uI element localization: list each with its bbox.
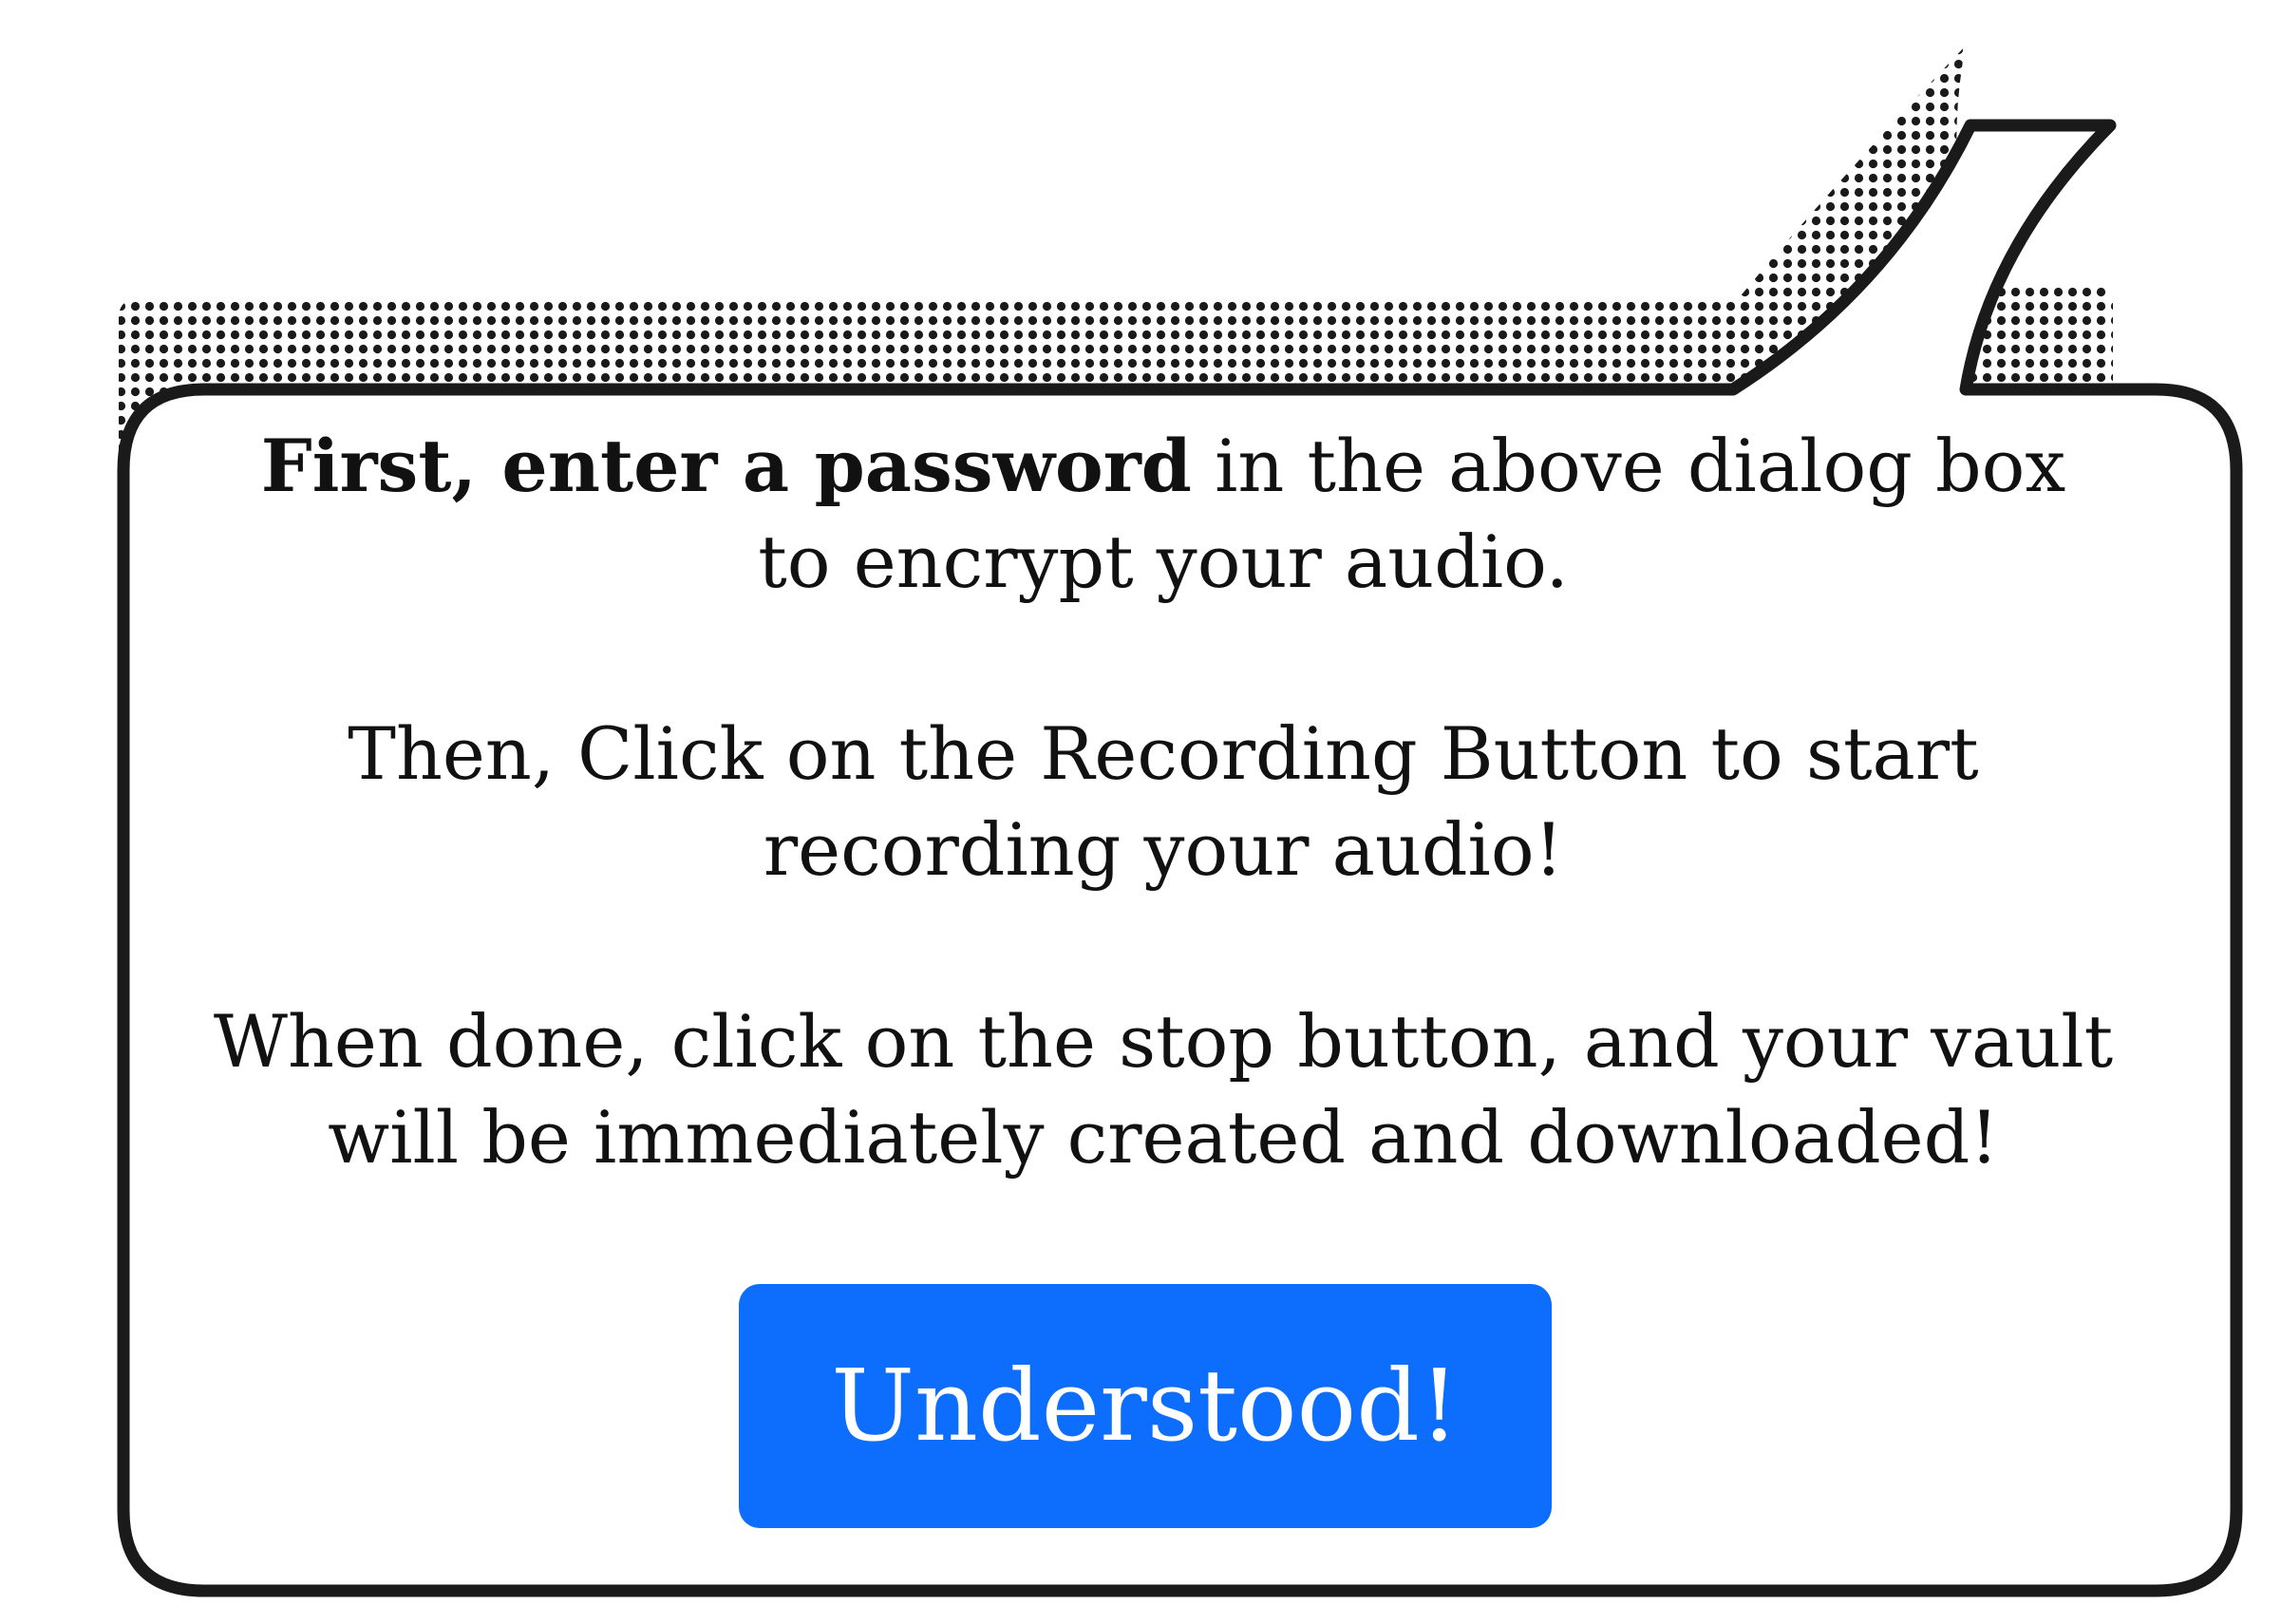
instruction-stop: When done, click on the stop button, and… bbox=[213, 999, 2114, 1180]
instructions-text: First, enter a password in the above dia… bbox=[147, 418, 2179, 1185]
instruction-password-bold: First, enter a password bbox=[260, 424, 1192, 508]
instruction-record: Then, Click on the Recording Button to s… bbox=[348, 711, 1979, 892]
instruction-password: First, enter a password in the above dia… bbox=[147, 418, 2179, 610]
understood-button[interactable]: Understood! bbox=[739, 1284, 1552, 1528]
